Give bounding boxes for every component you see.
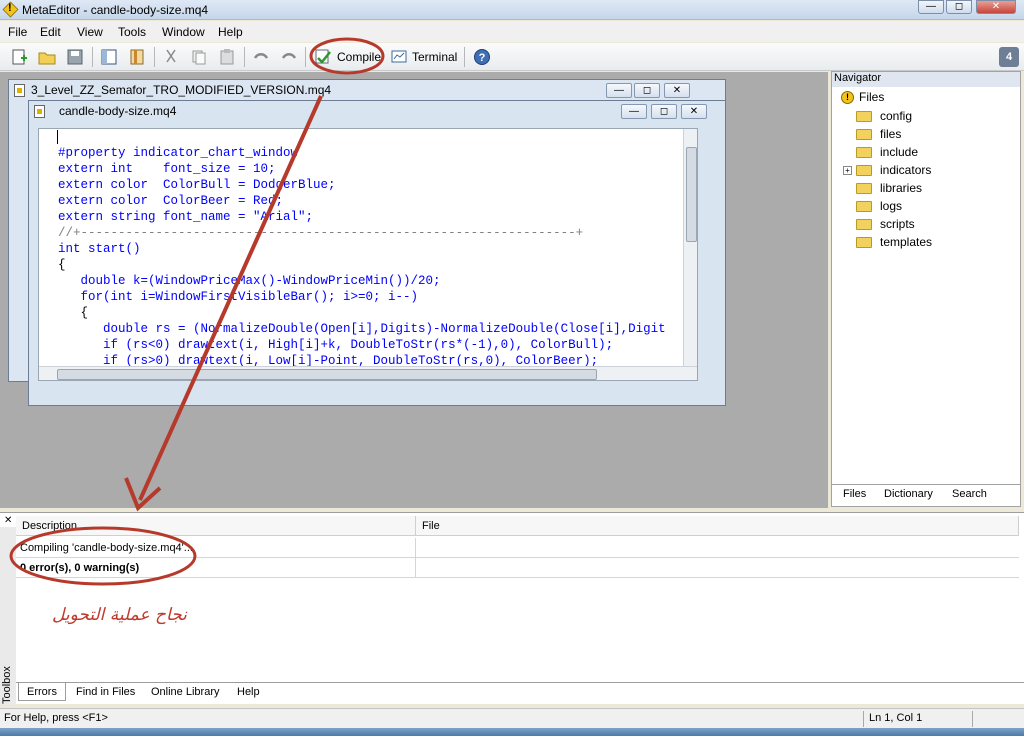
- status-help-text: For Help, press <F1>: [4, 712, 108, 724]
- compile-highlight-ellipse: [309, 37, 385, 75]
- taskbar: [0, 728, 1024, 736]
- status-cursor-position: Ln 1, Col 1: [869, 712, 923, 724]
- result-highlight-ellipse: [9, 526, 197, 586]
- annotation-arrow-line: [138, 95, 323, 501]
- status-bar: For Help, press <F1> Ln 1, Col 1: [0, 708, 1024, 728]
- annotation-overlay: [9, 37, 385, 586]
